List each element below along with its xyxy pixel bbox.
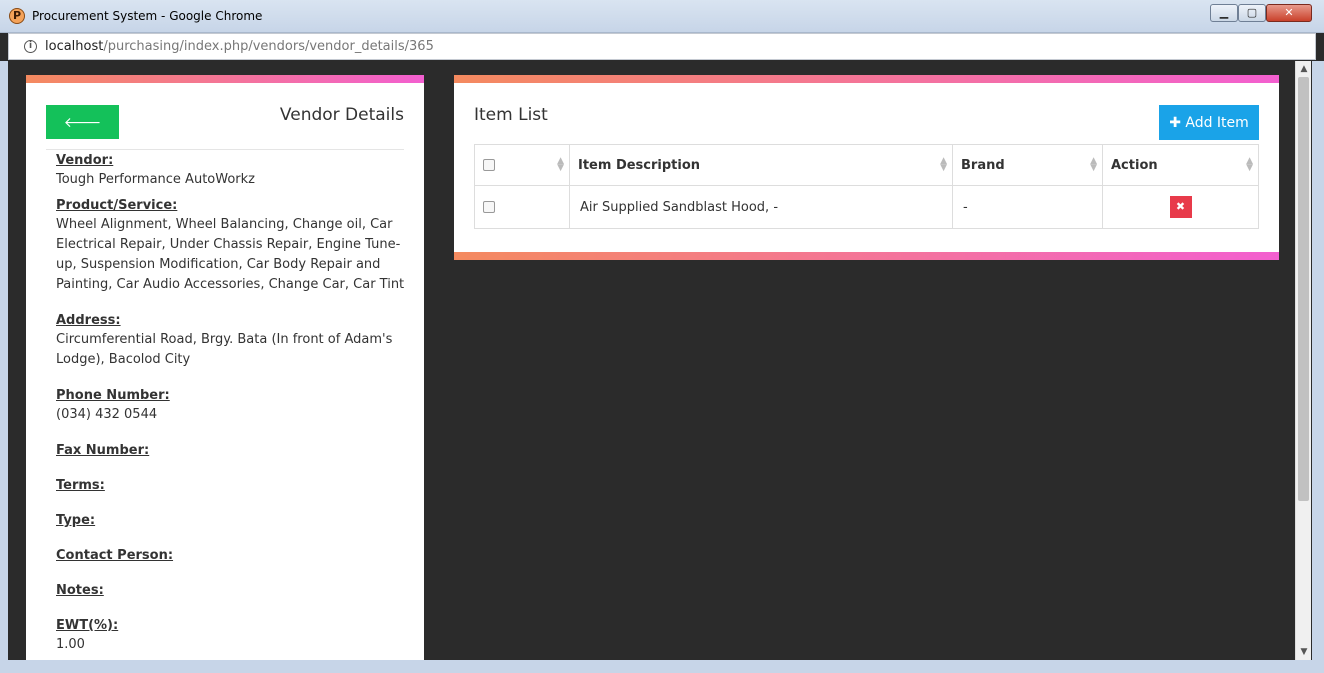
field-terms: Terms:	[56, 477, 406, 495]
field-contact-person: Contact Person:	[56, 547, 406, 565]
card-gradient-bar	[454, 75, 1279, 83]
sort-icon: ▲ ▼	[940, 156, 947, 173]
field-value: (034) 432 0544	[56, 407, 158, 422]
field-notes: Notes:	[56, 582, 406, 600]
field-label: Address:	[56, 313, 121, 328]
window-frame-right	[1312, 61, 1324, 673]
action-cell: ✖	[1102, 185, 1259, 229]
column-header-action[interactable]: Action ▲ ▼	[1102, 144, 1259, 186]
minimize-button[interactable]: ▁	[1210, 4, 1238, 22]
divider	[46, 149, 404, 150]
window-frame-left	[0, 61, 8, 673]
sort-icon: ▲ ▼	[1090, 156, 1097, 173]
scroll-down-icon[interactable]: ▼	[1296, 644, 1312, 660]
window-frame-bottom	[0, 660, 1324, 673]
scroll-up-icon[interactable]: ▲	[1296, 61, 1312, 77]
card-gradient-bar	[454, 252, 1279, 260]
close-window-button[interactable]: ✕	[1266, 4, 1312, 22]
select-all-checkbox[interactable]	[483, 159, 495, 171]
row-select-cell	[474, 185, 570, 229]
page-viewport: 🡐 Back Vendor Details Vendor: Tough Perf…	[8, 61, 1295, 660]
item-list-heading: Item List	[474, 105, 548, 125]
sort-icon: ▲ ▼	[557, 156, 564, 173]
back-button[interactable]: 🡐 Back	[46, 105, 119, 165]
field-product-service: Product/Service: Wheel Alignment, Wheel …	[56, 197, 406, 295]
table-header-row: ▲ ▼ Item Description ▲ ▼ Brand ▲ ▼ Action ▲…	[474, 144, 1259, 186]
window-titlebar: P Procurement System - Google Chrome ▁ ▢…	[0, 0, 1324, 33]
vendor-details-card: 🡐 Back Vendor Details Vendor: Tough Perf…	[26, 75, 424, 660]
field-value: Wheel Alignment, Wheel Balancing, Change…	[56, 217, 405, 292]
arrow-left-icon: 🡐	[63, 115, 102, 131]
close-icon: ✖	[1175, 200, 1186, 213]
window-title: Procurement System - Google Chrome	[32, 9, 263, 23]
add-item-label: Add Item	[1185, 115, 1249, 131]
sort-icon: ▲ ▼	[1246, 156, 1253, 173]
column-header-label: Action	[1111, 157, 1158, 173]
brand-cell: -	[952, 185, 1103, 229]
add-item-button[interactable]: ✚ Add Item	[1159, 105, 1259, 140]
vendor-details-heading: Vendor Details	[279, 105, 404, 125]
url-host: localhost	[45, 39, 104, 54]
field-label: Contact Person:	[56, 548, 174, 563]
field-type: Type:	[56, 512, 406, 530]
field-ewt: EWT(%): 1.00	[56, 617, 406, 655]
scrollbar-thumb[interactable]	[1298, 77, 1309, 501]
field-label: EWT(%):	[56, 618, 119, 633]
field-label: Notes:	[56, 583, 104, 598]
url-path: /purchasing/index.php/vendors/vendor_det…	[103, 39, 434, 54]
field-value: Tough Performance AutoWorkz	[56, 172, 255, 187]
column-header-label: Item Description	[578, 157, 701, 173]
field-label: Product/Service:	[56, 198, 178, 213]
url-text[interactable]: localhost/purchasing/index.php/vendors/v…	[45, 39, 434, 54]
field-fax-number: Fax Number:	[56, 442, 406, 460]
row-checkbox[interactable]	[483, 201, 495, 213]
field-value: Circumferential Road, Brgy. Bata (In fro…	[56, 332, 393, 367]
vertical-scrollbar[interactable]: ▲ ▼	[1295, 61, 1311, 660]
maximize-button[interactable]: ▢	[1238, 4, 1266, 22]
delete-item-button[interactable]: ✖	[1169, 196, 1192, 218]
app-logo-icon: P	[9, 8, 25, 24]
column-header-brand[interactable]: Brand ▲ ▼	[952, 144, 1103, 186]
field-vendor: Vendor: Tough Performance AutoWorkz	[56, 152, 406, 190]
field-label: Phone Number:	[56, 388, 170, 403]
field-phone-number: Phone Number: (034) 432 0544	[56, 387, 406, 425]
field-value: 1.00	[56, 637, 85, 652]
info-icon[interactable]: i	[24, 40, 37, 53]
item-table: ▲ ▼ Item Description ▲ ▼ Brand ▲ ▼ Action ▲…	[474, 144, 1259, 229]
item-list-card: Item List ✚ Add Item ▲ ▼ Item Description…	[454, 75, 1279, 260]
field-label: Fax Number:	[56, 443, 150, 458]
field-label: Vendor:	[56, 153, 114, 168]
field-label: Terms:	[56, 478, 105, 493]
card-gradient-bar	[26, 75, 424, 83]
field-address: Address: Circumferential Road, Brgy. Bat…	[56, 312, 406, 370]
column-header-label: Brand	[961, 157, 1005, 173]
item-description-cell: Air Supplied Sandblast Hood, -	[569, 185, 953, 229]
column-header-item-description[interactable]: Item Description ▲ ▼	[569, 144, 953, 186]
select-all-header[interactable]: ▲ ▼	[474, 144, 570, 186]
table-row: Air Supplied Sandblast Hood, - - ✖	[474, 185, 1259, 229]
plus-icon: ✚	[1169, 115, 1186, 131]
field-label: Type:	[56, 513, 96, 528]
address-bar[interactable]: i localhost/purchasing/index.php/vendors…	[8, 33, 1316, 60]
